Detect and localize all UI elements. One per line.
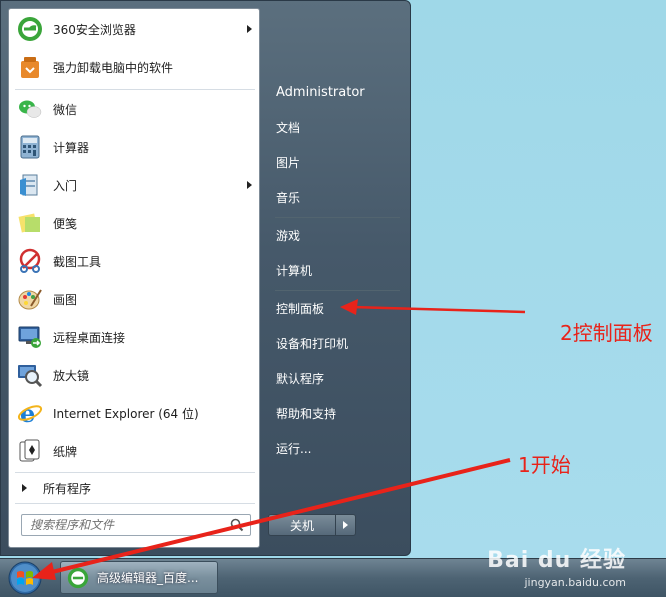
watermark-url: jingyan.baidu.com xyxy=(524,576,626,589)
watermark-brand: Bai du 经验 xyxy=(487,548,626,573)
annotation-step2: 2控制面板 xyxy=(560,321,653,345)
arrowhead-start xyxy=(32,562,56,580)
watermark: Bai du 经验 jingyan.baidu.com xyxy=(487,542,626,589)
annotation-arrows xyxy=(32,299,526,580)
arrow-control-panel xyxy=(351,305,526,314)
arrow-start xyxy=(47,458,511,575)
arrowhead-control-panel xyxy=(340,299,358,315)
annotation-step1: 1开始 xyxy=(518,453,571,477)
